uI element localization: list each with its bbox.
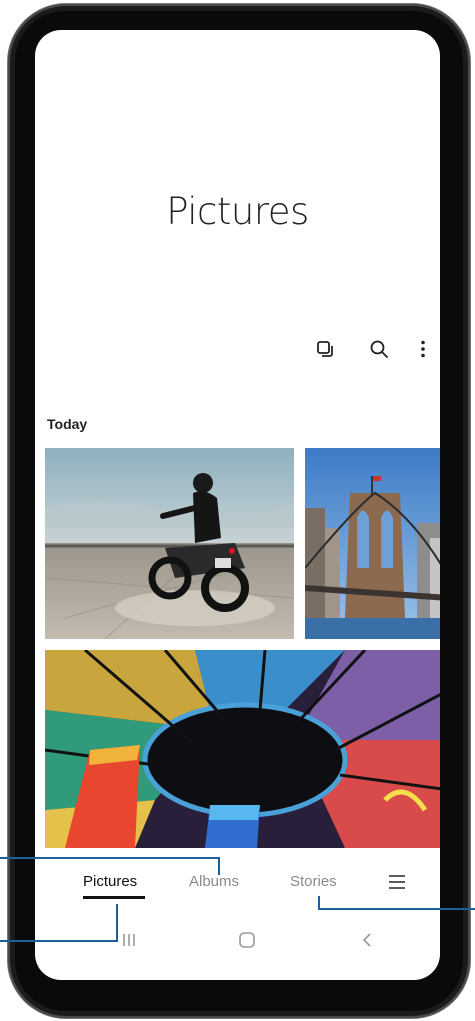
callout-line-stories <box>318 908 475 910</box>
back-icon[interactable] <box>353 928 381 952</box>
tab-albums[interactable]: Albums <box>189 873 239 890</box>
motorcycle-photo[interactable] <box>45 448 294 639</box>
page-title: Pictures <box>166 190 309 233</box>
home-icon[interactable] <box>233 928 261 952</box>
search-icon[interactable] <box>367 337 391 361</box>
callout-line-stories-tick <box>318 896 320 910</box>
callout-line-albums <box>0 857 220 859</box>
section-label-today: Today <box>47 416 88 432</box>
callout-line-pictures <box>0 940 118 942</box>
tab-pictures[interactable]: Pictures <box>83 873 137 890</box>
callout-line-pictures-tick <box>116 904 118 942</box>
select-icon[interactable] <box>313 337 337 361</box>
more-options-icon[interactable] <box>411 337 435 361</box>
tab-active-indicator <box>83 896 145 899</box>
tab-stories[interactable]: Stories <box>290 873 337 890</box>
callout-line-albums-tick <box>218 857 220 875</box>
bridge-photo[interactable] <box>305 448 440 639</box>
menu-icon[interactable] <box>385 870 409 894</box>
stained-glass-photo[interactable] <box>45 650 440 848</box>
recents-icon[interactable] <box>115 928 143 952</box>
phone-screen: Pictures Today Pictures Albums Stories <box>35 30 440 980</box>
